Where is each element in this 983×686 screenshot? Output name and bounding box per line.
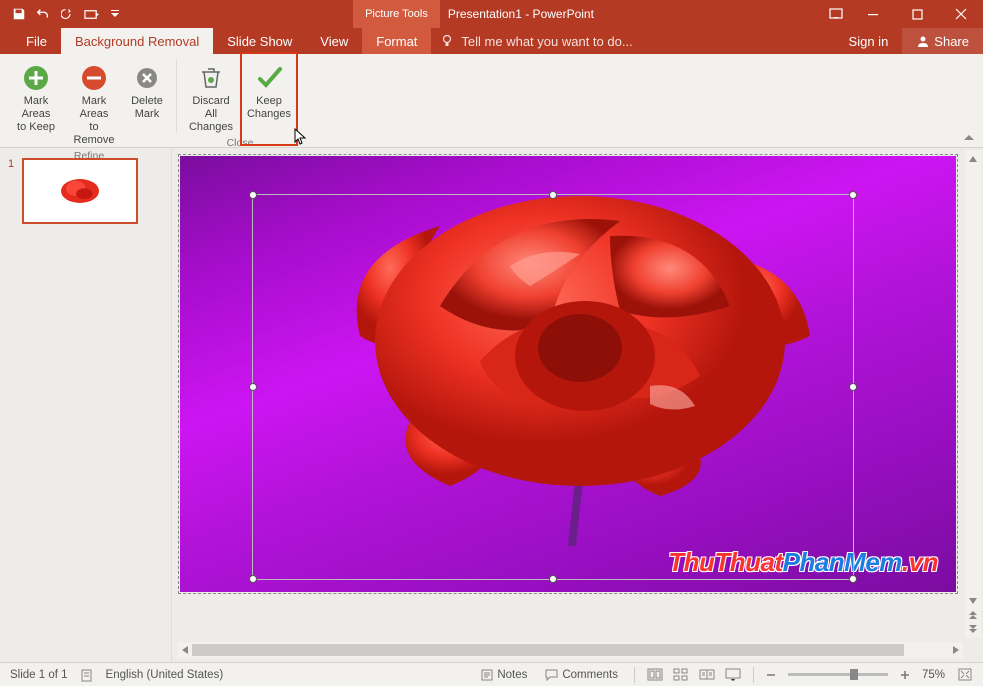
handle-bot-right[interactable] <box>849 575 857 583</box>
zoom-in-button[interactable] <box>896 665 914 685</box>
zoom-out-button[interactable] <box>762 665 780 685</box>
title-center: Picture Tools Presentation1 - PowerPoint <box>126 0 821 28</box>
tell-me-search[interactable]: Tell me what you want to do... <box>431 28 834 54</box>
quick-access-toolbar <box>0 3 126 25</box>
handle-top-left[interactable] <box>249 191 257 199</box>
comments-button[interactable]: Comments <box>537 665 626 685</box>
cursor-icon <box>294 128 308 146</box>
collapse-ribbon-button[interactable] <box>963 132 975 145</box>
close-button[interactable] <box>939 0 983 28</box>
mark-areas-to-keep-button[interactable]: Mark Areasto Keep <box>8 56 64 148</box>
sorter-icon <box>673 668 689 681</box>
horizontal-scrollbar[interactable] <box>178 642 963 658</box>
thumbnail-number: 1 <box>8 158 18 224</box>
spellcheck-status[interactable] <box>80 668 94 682</box>
fit-icon <box>958 668 972 681</box>
save-button[interactable] <box>8 3 30 25</box>
undo-button[interactable] <box>32 3 54 25</box>
handle-top-right[interactable] <box>849 191 857 199</box>
checkmark-icon <box>254 63 284 93</box>
slide-thumbnail-1[interactable]: 1 <box>8 158 163 224</box>
canvas-viewport[interactable]: ThuThuatPhanMem.vn <box>178 154 963 638</box>
group-close: Discard AllChanges KeepChanges Close <box>179 56 301 147</box>
ribbon-tabs: File Background Removal Slide Show View … <box>0 28 983 54</box>
thumbnail-panel[interactable]: 1 <box>0 148 172 662</box>
handle-mid-left[interactable] <box>249 383 257 391</box>
app-title: Presentation1 - PowerPoint <box>448 7 594 21</box>
notes-icon <box>481 669 493 681</box>
thumbnail-preview[interactable] <box>22 158 138 224</box>
trash-recycle-icon <box>198 65 224 91</box>
handle-top-mid[interactable] <box>549 191 557 199</box>
tab-format[interactable]: Format <box>362 28 431 54</box>
scroll-left-button[interactable] <box>178 643 192 657</box>
handle-mid-right[interactable] <box>849 383 857 391</box>
notes-button[interactable]: Notes <box>473 665 535 685</box>
slideshow-view-button[interactable] <box>721 665 745 685</box>
normal-view-button[interactable] <box>643 665 667 685</box>
selected-image[interactable]: ThuThuatPhanMem.vn <box>178 154 958 594</box>
plus-circle-icon <box>21 63 51 93</box>
minus-circle-icon <box>79 63 109 93</box>
reading-view-button[interactable] <box>695 665 719 685</box>
handle-bot-left[interactable] <box>249 575 257 583</box>
statusbar: Slide 1 of 1 English (United States) Not… <box>0 662 983 686</box>
slide-sorter-view-button[interactable] <box>669 665 693 685</box>
vertical-scrollbar[interactable] <box>965 150 981 638</box>
scroll-right-button[interactable] <box>949 643 963 657</box>
slideshow-icon <box>725 668 741 681</box>
normal-view-icon <box>647 668 663 681</box>
tab-slide-show[interactable]: Slide Show <box>213 28 306 54</box>
tab-file[interactable]: File <box>12 28 61 54</box>
qat-customize-button[interactable] <box>104 3 126 25</box>
share-button[interactable]: Share <box>902 28 983 54</box>
titlebar: Picture Tools Presentation1 - PowerPoint <box>0 0 983 28</box>
tell-me-placeholder: Tell me what you want to do... <box>461 34 632 49</box>
fit-to-window-button[interactable] <box>953 665 977 685</box>
discard-all-changes-button[interactable]: Discard AllChanges <box>183 56 239 135</box>
slide-canvas-area: ThuThuatPhanMem.vn <box>172 148 983 662</box>
marquee-box[interactable] <box>252 194 854 580</box>
redo-button[interactable] <box>56 3 78 25</box>
tab-background-removal[interactable]: Background Removal <box>61 28 213 54</box>
minimize-button[interactable] <box>851 0 895 28</box>
sign-in-button[interactable]: Sign in <box>835 28 903 54</box>
rose-thumbnail-icon <box>50 172 110 210</box>
work-area: 1 <box>0 148 983 662</box>
zoom-slider[interactable] <box>788 673 888 676</box>
slide-canvas[interactable]: ThuThuatPhanMem.vn <box>178 154 958 594</box>
scroll-thumb[interactable] <box>192 644 904 656</box>
status-separator <box>753 667 754 683</box>
group-separator <box>176 60 177 132</box>
zoom-slider-knob[interactable] <box>850 669 858 680</box>
contextual-tab-label: Picture Tools <box>353 0 440 28</box>
delete-mark-button[interactable]: DeleteMark <box>124 56 170 148</box>
status-separator <box>634 667 635 683</box>
mark-areas-to-remove-button[interactable]: Mark Areasto Remove <box>66 56 122 148</box>
prev-slide-button[interactable] <box>966 608 980 622</box>
slide-counter[interactable]: Slide 1 of 1 <box>10 669 68 681</box>
maximize-button[interactable] <box>895 0 939 28</box>
keep-changes-button[interactable]: KeepChanges <box>241 56 297 135</box>
spellcheck-icon <box>80 668 94 682</box>
next-slide-button[interactable] <box>966 622 980 636</box>
lightbulb-icon <box>441 34 455 48</box>
tab-view[interactable]: View <box>306 28 362 54</box>
delete-circle-icon <box>134 65 160 91</box>
handle-bot-mid[interactable] <box>549 575 557 583</box>
language-status[interactable]: English (United States) <box>106 669 224 681</box>
scroll-up-button[interactable] <box>966 152 980 166</box>
ribbon-display-options-button[interactable] <box>821 0 851 28</box>
window-controls <box>851 0 983 28</box>
account-area: Sign in Share <box>835 28 983 54</box>
comments-icon <box>545 669 558 681</box>
share-icon <box>916 34 930 48</box>
start-from-beginning-button[interactable] <box>80 3 102 25</box>
ribbon: Mark Areasto Keep Mark Areasto Remove De… <box>0 54 983 148</box>
zoom-percentage[interactable]: 75% <box>916 669 951 681</box>
group-refine: Mark Areasto Keep Mark Areasto Remove De… <box>4 56 174 147</box>
scroll-track[interactable] <box>192 643 949 657</box>
scroll-down-button[interactable] <box>966 594 980 608</box>
reading-icon <box>699 668 715 681</box>
